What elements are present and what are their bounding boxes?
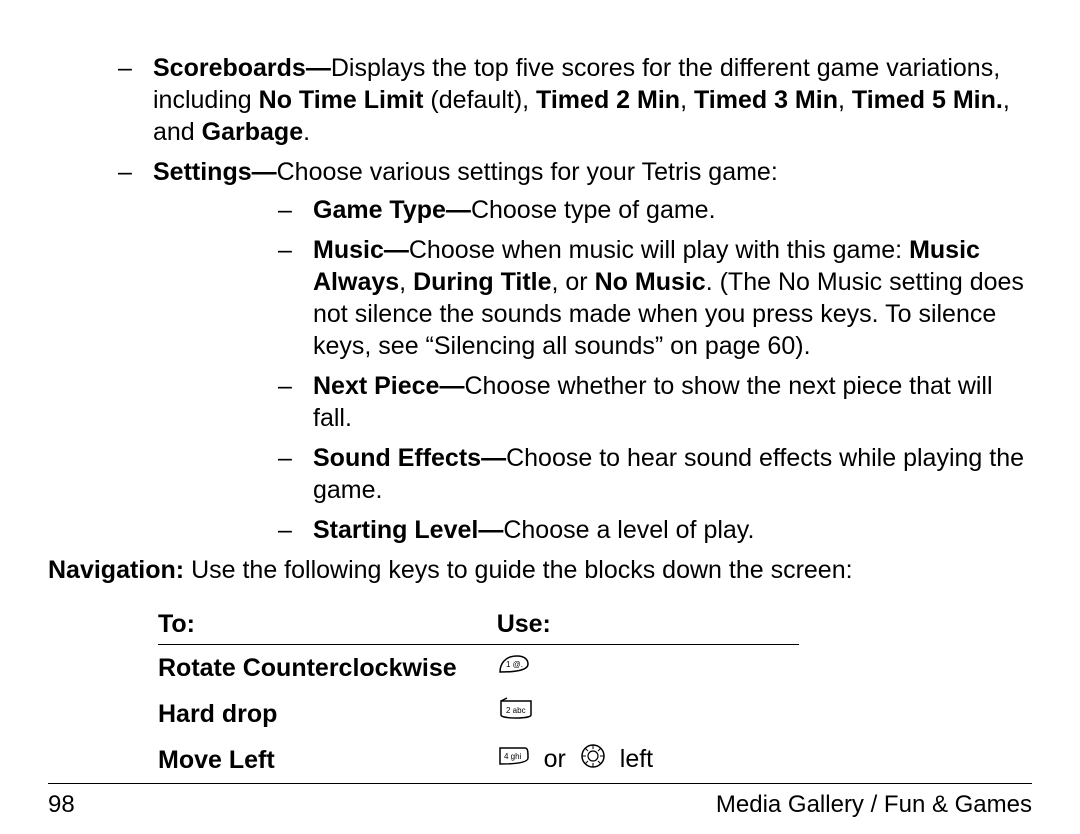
- startinglevel-head: Starting Level—: [313, 516, 503, 544]
- gametype-text: Choose type of game.: [471, 196, 716, 224]
- music-b3: No Music: [595, 268, 706, 296]
- keys-table-head-use: Use:: [497, 604, 799, 645]
- action-hard-drop: Hard drop: [158, 691, 497, 737]
- gametype-head: Game Type—: [313, 196, 471, 224]
- scoreboards-b3: Timed 3 Min: [694, 86, 838, 114]
- options-list: Scoreboards—Displays the top five scores…: [98, 52, 1032, 546]
- startinglevel-text: Choose a level of play.: [503, 516, 754, 544]
- action-move-left: Move Left: [158, 737, 497, 783]
- document-body: Scoreboards—Displays the top five scores…: [48, 52, 1032, 783]
- nextpiece-head: Next Piece—: [313, 372, 464, 400]
- scoreboards-b1: No Time Limit: [259, 86, 424, 114]
- music-b2: During Title: [413, 268, 551, 296]
- keys-table: To: Use: Rotate Counterclockwise 1 @. Ha…: [158, 604, 799, 783]
- settings-text: Choose various settings for your Tetris …: [277, 158, 778, 186]
- key-2-icon: 2 abc: [497, 697, 535, 731]
- music-t1: Choose when music will play with this ga…: [409, 236, 909, 264]
- scoreboards-b2: Timed 2 Min: [536, 86, 680, 114]
- music-head: Music—: [313, 236, 409, 264]
- scoreboards-t2: (default),: [423, 86, 536, 114]
- move-left-or: or: [538, 745, 572, 773]
- page-number: 98: [48, 790, 75, 821]
- action-rotate-ccw: Rotate Counterclockwise: [158, 645, 497, 692]
- settings-sublist: Game Type—Choose type of game. Music—Cho…: [253, 194, 1032, 546]
- scoreboards-t4: ,: [838, 86, 852, 114]
- svg-text:2 abc: 2 abc: [506, 706, 526, 715]
- bullet-music: Music—Choose when music will play with t…: [253, 234, 1032, 362]
- table-row: Move Left 4 ghi or: [158, 737, 799, 783]
- svg-text:4 ghi: 4 ghi: [504, 752, 522, 761]
- bullet-nextpiece: Next Piece—Choose whether to show the ne…: [253, 370, 1032, 434]
- scoreboards-head: Scoreboards—: [153, 54, 331, 82]
- footer-section: Media Gallery / Fun & Games: [716, 790, 1032, 821]
- music-t2: ,: [399, 268, 413, 296]
- navigation-line: Navigation: Use the following keys to gu…: [48, 554, 1032, 586]
- scoreboards-b5: Garbage: [202, 118, 303, 146]
- bullet-scoreboards: Scoreboards—Displays the top five scores…: [98, 52, 1032, 148]
- scoreboards-b4: Timed 5 Min.: [852, 86, 1003, 114]
- scoreboards-t6: .: [303, 118, 310, 146]
- navigation-text: Use the following keys to guide the bloc…: [191, 556, 853, 584]
- bullet-soundeffects: Sound Effects—Choose to hear sound effec…: [253, 442, 1032, 506]
- settings-head: Settings—: [153, 158, 277, 186]
- bullet-startinglevel: Starting Level—Choose a level of play.: [253, 514, 1032, 546]
- svg-text:1 @.: 1 @.: [506, 660, 523, 669]
- soundeffects-head: Sound Effects—: [313, 444, 506, 472]
- key-4-icon: 4 ghi: [497, 742, 531, 778]
- key-1-icon: 1 @.: [497, 650, 531, 686]
- bullet-settings: Settings—Choose various settings for you…: [98, 156, 1032, 546]
- navigation-head: Navigation:: [48, 556, 184, 584]
- table-row: Rotate Counterclockwise 1 @.: [158, 645, 799, 692]
- keys-table-head-to: To:: [158, 604, 497, 645]
- move-left-suffix: left: [614, 745, 659, 773]
- music-t3: , or: [552, 268, 595, 296]
- scoreboards-t3: ,: [680, 86, 694, 114]
- bullet-gametype: Game Type—Choose type of game.: [253, 194, 1032, 226]
- page-footer: 98 Media Gallery / Fun & Games: [48, 783, 1032, 821]
- nav-key-icon: [579, 742, 607, 778]
- table-row: Hard drop 2 abc: [158, 691, 799, 737]
